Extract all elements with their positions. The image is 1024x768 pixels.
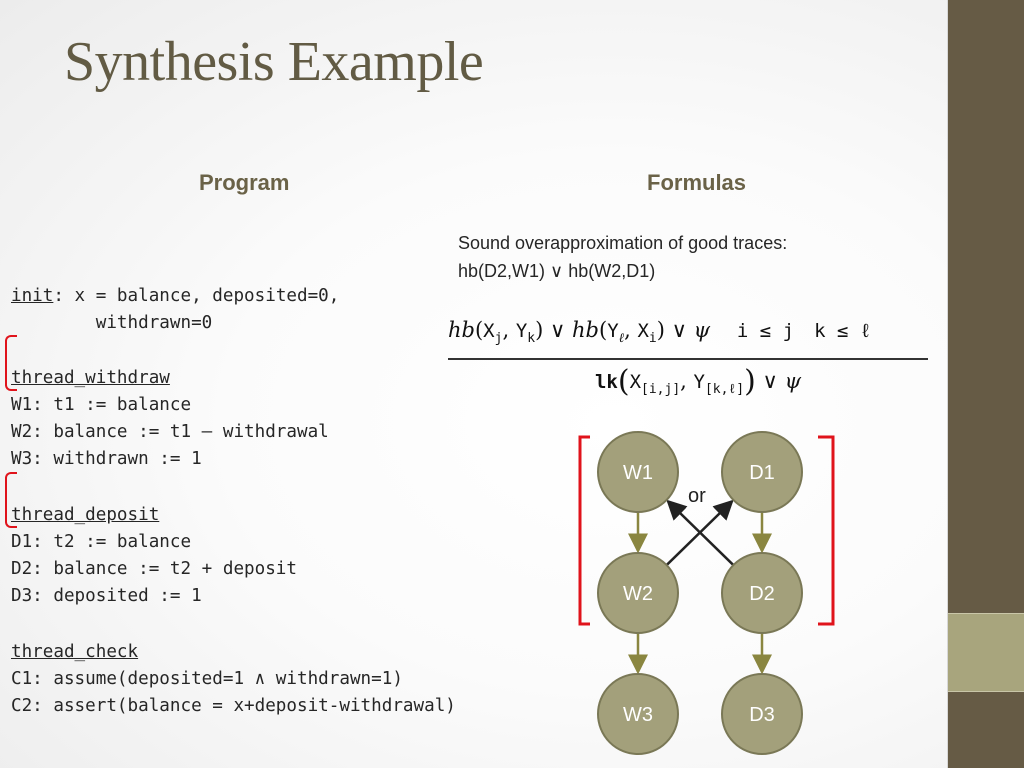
node-label: W1	[623, 462, 653, 484]
node-label: D1	[749, 462, 775, 484]
node-d3: D3	[721, 673, 803, 755]
node-w3: W3	[597, 673, 679, 755]
node-label: W2	[623, 583, 653, 605]
left-bracket	[578, 435, 590, 626]
node-d2: D2	[721, 552, 803, 634]
node-w2: W2	[597, 552, 679, 634]
node-w1: W1	[597, 431, 679, 513]
node-label: D2	[749, 583, 775, 605]
or-label: or	[688, 485, 706, 507]
node-label: W3	[623, 704, 653, 726]
node-label: D3	[749, 704, 775, 726]
happens-before-diagram: W1 D1 W2 D2 W3 D3 or	[578, 431, 835, 755]
right-bracket	[818, 435, 835, 626]
node-d1: D1	[721, 431, 803, 513]
